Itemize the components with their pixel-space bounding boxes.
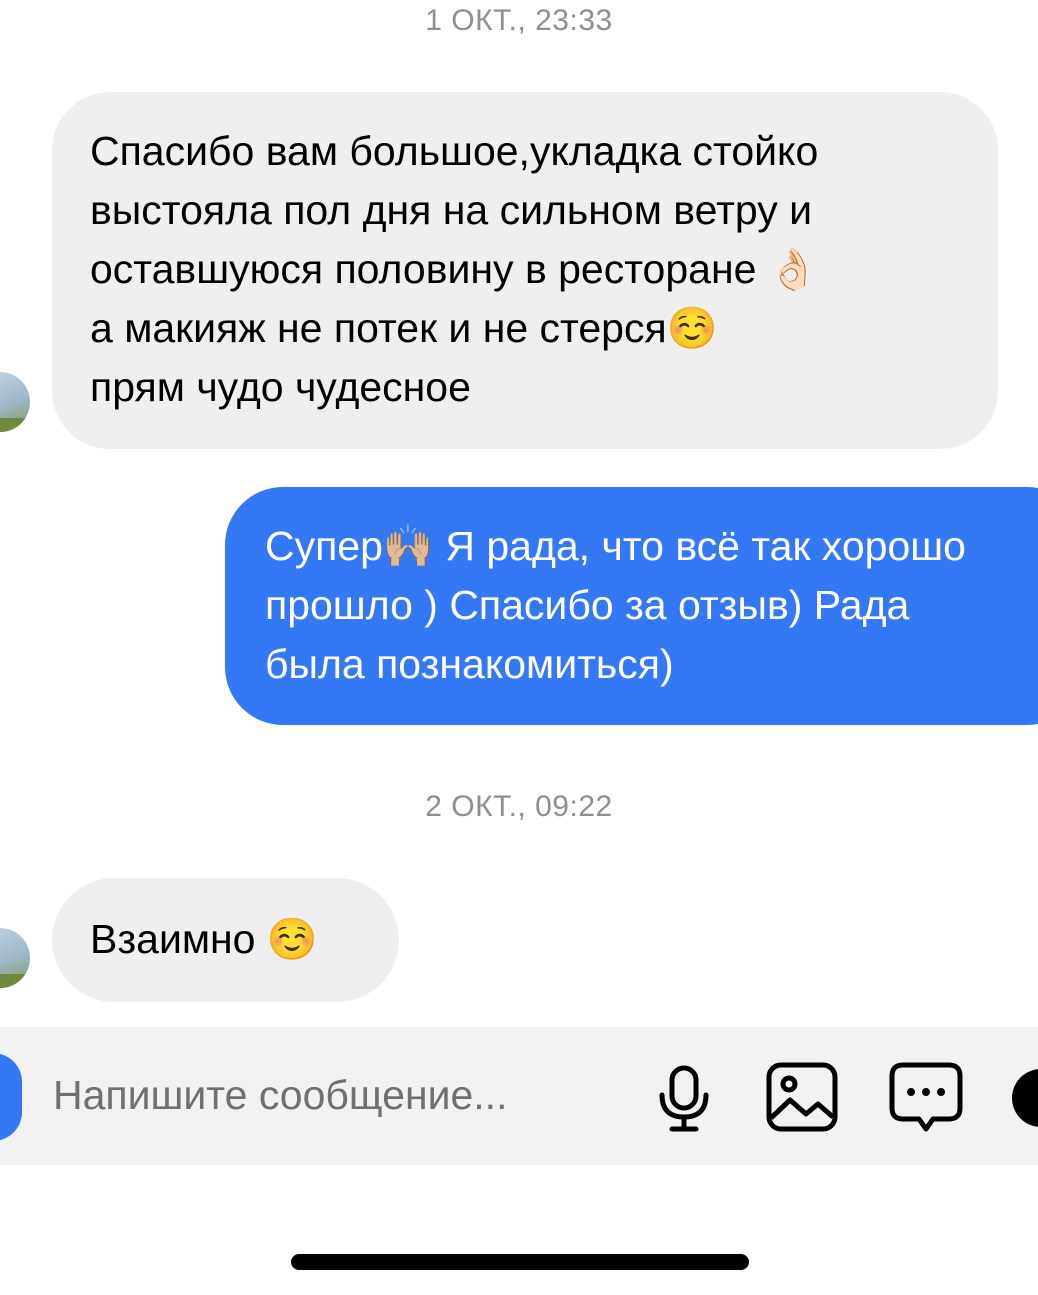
- plus-icon[interactable]: [1012, 1069, 1038, 1127]
- incoming-message-bubble[interactable]: Спасибо вам большое,укладка стойко высто…: [52, 92, 998, 449]
- camera-icon[interactable]: [0, 1053, 22, 1141]
- message-timestamp: 1 ОКТ., 23:33: [425, 4, 613, 37]
- outgoing-message-bubble[interactable]: Супер🙌🏼 Я рада, что всё так хорошо прошл…: [225, 487, 1038, 725]
- message-timestamp: 2 ОКТ., 09:22: [425, 790, 613, 823]
- image-icon[interactable]: [766, 1062, 838, 1132]
- message-input[interactable]: Напишите сообщение...: [53, 1072, 507, 1119]
- microphone-icon[interactable]: [655, 1065, 713, 1133]
- sender-avatar[interactable]: [0, 372, 30, 432]
- message-composer: Напишите сообщение...: [0, 1027, 1038, 1165]
- incoming-message-bubble[interactable]: Взаимно ☺️: [52, 878, 399, 1002]
- home-indicator: [291, 1254, 749, 1270]
- chat-bubble-icon[interactable]: [889, 1062, 963, 1134]
- sender-avatar[interactable]: [0, 928, 30, 988]
